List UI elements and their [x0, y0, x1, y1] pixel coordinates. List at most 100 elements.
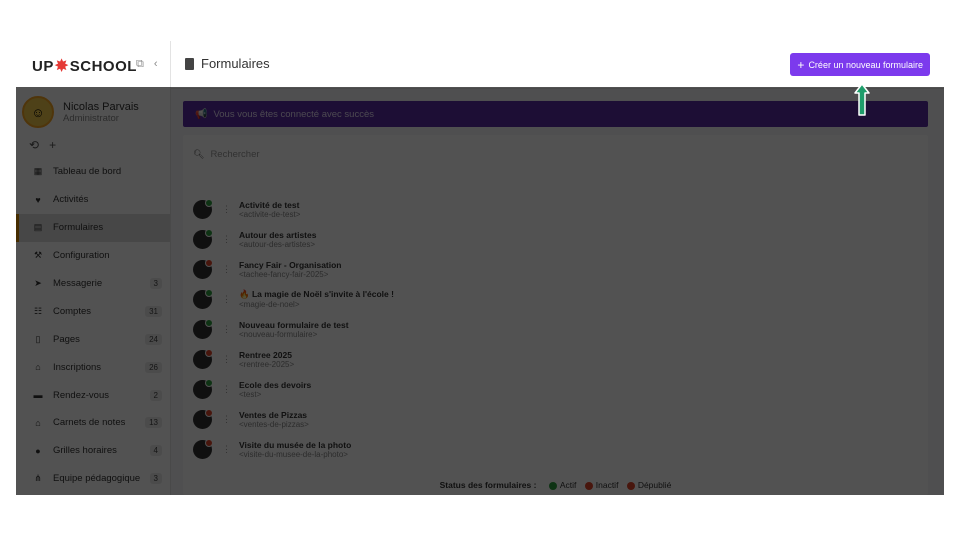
logo-text-up: UP: [32, 57, 54, 75]
top-bar: Formulaires + Créer un nouveau formulair…: [171, 41, 944, 89]
drag-handle-icon[interactable]: ⋮: [222, 414, 231, 425]
drag-handle-icon[interactable]: ⋮: [222, 234, 231, 245]
form-slug: <rentree-2025>: [239, 359, 295, 369]
heart-icon: ♥: [35, 194, 41, 205]
list-item[interactable]: ⋮ Ecole des devoirs <test>: [193, 374, 394, 404]
form-list: ⋮ Activité de test <activite-de-test> ⋮ Auto…: [193, 194, 394, 464]
main-content: 📢 Vous vous êtes connecté avec succès 🔍︎…: [171, 89, 944, 495]
search-icon: 🔍︎: [193, 149, 205, 159]
list-item[interactable]: ⋮ Fancy Fair - Organisation <tachee-fancy-…: [193, 254, 394, 284]
sidebar-item-2[interactable]: ♥ Activités: [16, 186, 170, 214]
status-dot: [205, 348, 213, 357]
sidebar-item-label: Rendez-vous: [53, 389, 109, 401]
clock-icon: ●: [35, 445, 41, 456]
logo[interactable]: UP ✸ SCHOOL: [32, 54, 137, 78]
count-badge: 2: [149, 389, 162, 401]
sitemap-icon: ⋔: [34, 473, 42, 484]
sidebar-nav: ▦ Tableau de bord ♥ Activités ▤ Formulaires ⚒ C…: [16, 158, 170, 493]
list-item[interactable]: ⋮ 🔥 La magie de Noël s'invite à l'école !…: [193, 284, 394, 314]
sidebar-item-label: Configuration: [53, 250, 110, 262]
sidebar-item-12[interactable]: ⋔ Equipe pédagogique 3: [16, 465, 170, 493]
form-edit-icon: [193, 198, 213, 219]
status-dot: [205, 318, 213, 327]
form-edit-icon: [193, 348, 213, 369]
create-form-label: Créer un nouveau formulaire: [808, 59, 923, 70]
drag-handle-icon[interactable]: ⋮: [222, 324, 231, 335]
count-badge: 3: [149, 278, 162, 289]
legend-unpublished-dot: [626, 481, 635, 490]
sidebar-item-1[interactable]: ▦ Tableau de bord: [16, 158, 170, 186]
sidebar-item-7[interactable]: ▯ Pages 24: [16, 325, 170, 353]
search-input[interactable]: 🔍︎ Rechercher: [193, 149, 260, 160]
sidebar-item-9[interactable]: ▬ Rendez-vous 2: [16, 381, 170, 409]
list-item[interactable]: ⋮ Activité de test <activite-de-test>: [193, 194, 394, 224]
status-dot: [205, 288, 213, 297]
count-badge: 13: [145, 417, 162, 429]
form-edit-icon: [193, 288, 213, 309]
megaphone-icon: 📢: [195, 108, 208, 120]
refresh-icon[interactable]: ⟲: [29, 138, 39, 152]
status-dot: [205, 198, 213, 207]
list-item[interactable]: ⋮ Visite du musée de la photo <visite-du-m…: [193, 434, 394, 464]
sidebar-item-10[interactable]: ⌂ Carnets de notes 13: [16, 409, 170, 437]
sidebar-item-6[interactable]: ☷ Comptes 31: [16, 297, 170, 325]
legend-unpublished: Dépublié: [637, 480, 672, 490]
sidebar-item-label: Formulaires: [53, 222, 104, 234]
form-title: Rentree 2025: [239, 349, 292, 360]
count-badge: 3: [149, 473, 162, 485]
form-icon: ▤: [33, 222, 43, 233]
drag-handle-icon[interactable]: ⋮: [222, 384, 231, 395]
sidebar-item-8[interactable]: ⌂ Inscriptions 26: [16, 353, 170, 381]
sidebar-item-3[interactable]: ▤ Formulaires: [16, 213, 170, 242]
list-item[interactable]: ⋮ Ventes de Pizzas <ventes-de-pizzas>: [193, 404, 394, 434]
form-title: Ecole des devoirs: [239, 379, 312, 390]
form-edit-icon: [193, 438, 213, 459]
drag-handle-icon[interactable]: ⋮: [222, 294, 231, 305]
drag-handle-icon[interactable]: ⋮: [222, 264, 231, 275]
form-slug: <activite-de-test>: [239, 209, 301, 219]
users-icon: ☷: [33, 305, 43, 316]
list-item[interactable]: ⋮ Nouveau formulaire de test <nouveau-form…: [193, 314, 394, 344]
sidebar-item-label: Messagerie: [53, 278, 103, 289]
sidebar-item-11[interactable]: ● Grilles horaires 4: [16, 437, 170, 465]
form-edit-icon: [193, 408, 213, 429]
star-icon: ✸: [54, 58, 69, 75]
list-item[interactable]: ⋮ Rentree 2025 <rentree-2025>: [193, 344, 394, 374]
user-profile[interactable]: ☺ Nicolas Parvais Administrator: [22, 96, 139, 128]
drag-handle-icon[interactable]: ⋮: [222, 204, 231, 215]
form-title: Nouveau formulaire de test: [239, 319, 349, 330]
form-slug: <autour-des-artistes>: [239, 239, 316, 249]
sidebar-item-5[interactable]: ➤ Messagerie 3: [16, 270, 170, 298]
collapse-chevron-icon[interactable]: ‹: [154, 58, 158, 71]
form-slug: <visite-du-musee-de-la-photo>: [239, 449, 348, 459]
file-icon: ▯: [35, 333, 41, 344]
status-legend: Status des formulaires : Actif Inactif D…: [183, 480, 928, 490]
sidebar-item-label: Tableau de bord: [53, 166, 122, 178]
status-dot: [205, 438, 213, 447]
count-badge: 4: [149, 445, 162, 457]
form-edit-icon: [193, 378, 213, 399]
form-title: Ventes de Pizzas: [239, 409, 308, 420]
create-form-button[interactable]: + Créer un nouveau formulaire: [790, 53, 930, 76]
legend-active-dot: [548, 481, 557, 490]
external-link-icon[interactable]: ⧉: [136, 58, 144, 71]
arrow-up-icon: [854, 83, 870, 116]
status-dot: [205, 378, 213, 387]
calendar-icon: ▬: [33, 390, 43, 401]
form-slug: <tachee-fancy-fair-2025>: [239, 269, 329, 279]
sidebar-item-4[interactable]: ⚒ Configuration: [16, 242, 170, 270]
count-badge: 31: [145, 305, 162, 317]
drag-handle-icon[interactable]: ⋮: [222, 354, 231, 365]
sidebar: UP ✸ SCHOOL ⧉ ‹ ☺ Nicolas Parvais Administ…: [16, 41, 171, 495]
forms-panel: 🔍︎ Rechercher ⋮ Activité de test <activite…: [183, 135, 928, 495]
form-title: 🔥 La magie de Noël s'invite à l'école !: [239, 289, 394, 299]
form-slug: <test>: [239, 389, 262, 399]
plus-icon[interactable]: +: [49, 138, 56, 152]
sidebar-item-label: Carnets de notes: [53, 417, 126, 429]
search-placeholder: Rechercher: [210, 149, 260, 160]
legend-active: Actif: [559, 480, 577, 490]
drag-handle-icon[interactable]: ⋮: [222, 444, 231, 455]
form-slug: <magie-de-noel>: [239, 300, 300, 309]
list-item[interactable]: ⋮ Autour des artistes <autour-des-artistes…: [193, 224, 394, 254]
count-badge: 24: [145, 333, 162, 345]
